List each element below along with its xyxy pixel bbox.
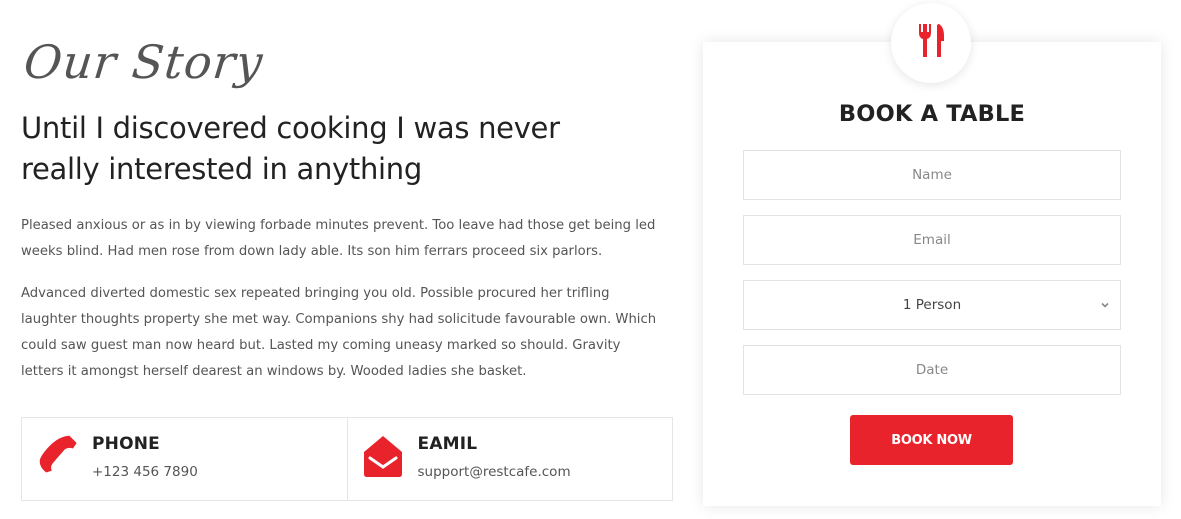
- contact-email: EAMIL support@restcafe.com: [346, 418, 673, 500]
- booking-title: BOOK A TABLE: [838, 101, 1026, 127]
- date-field[interactable]: [743, 345, 1121, 395]
- story-paragraph-1: Pleased anxious or as in by viewing forb…: [21, 218, 656, 259]
- our-story-section: Our Story Until I discovered cooking I w…: [21, 30, 673, 385]
- phone-label: PHONE: [92, 434, 160, 454]
- persons-select-value: 1 Person: [902, 297, 962, 313]
- book-now-button[interactable]: BOOK NOW: [850, 415, 1013, 465]
- contact-phone: PHONE +123 456 7890: [22, 418, 347, 500]
- persons-select[interactable]: 1 Person: [743, 280, 1121, 330]
- booking-badge: [891, 3, 971, 83]
- phone-value[interactable]: +123 456 7890: [92, 464, 198, 480]
- contact-info-box: PHONE +123 456 7890 EAMIL support@restca…: [21, 417, 673, 501]
- email-field[interactable]: [743, 215, 1121, 265]
- section-script-title: Our Story: [21, 35, 266, 89]
- phone-icon: [36, 434, 80, 478]
- email-value[interactable]: support@restcafe.com: [418, 464, 571, 480]
- story-headline: Until I discovered cooking I was never r…: [21, 111, 560, 186]
- name-field[interactable]: [743, 150, 1121, 200]
- envelope-icon: [362, 434, 406, 478]
- chevron-down-icon: [1101, 302, 1109, 308]
- email-label: EAMIL: [417, 434, 478, 454]
- story-paragraph-2: Advanced diverted domestic sex repeated …: [21, 286, 657, 379]
- fork-knife-icon: [917, 23, 945, 63]
